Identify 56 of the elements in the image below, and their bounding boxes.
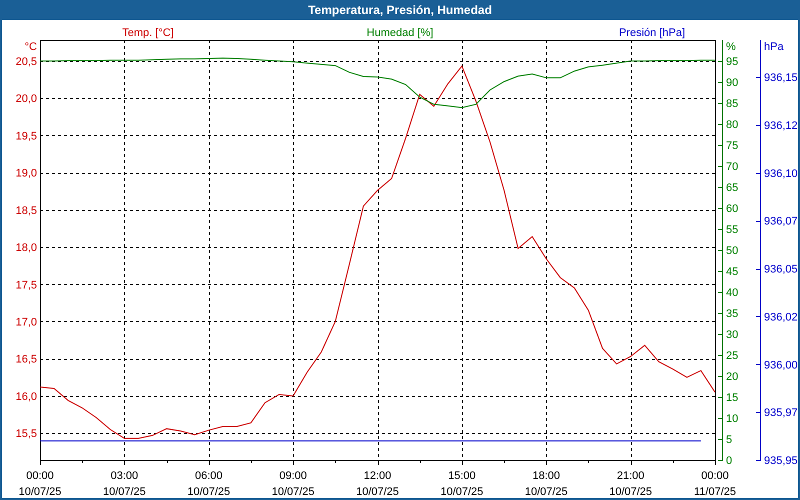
window-title: Temperatura, Presión, Humedad — [307, 2, 493, 19]
y-axis-label: 45 — [726, 266, 738, 278]
y-axis-label: 5 — [726, 434, 732, 446]
y-axis-label: 90 — [726, 77, 738, 89]
y-axis-label: 15 — [726, 392, 738, 404]
y-axis-label: 60 — [726, 203, 738, 215]
y-axis-label: 55 — [726, 224, 738, 236]
axis-title: Humedad [%] — [366, 27, 434, 39]
y-axis-label: 936,05 — [764, 264, 798, 276]
x-axis-label: 15:00 10/07/25 — [440, 470, 484, 498]
axis-unit: °C — [24, 41, 37, 53]
y-axis-label: 35 — [726, 308, 738, 320]
y-axis-label: 0 — [726, 455, 732, 467]
axis-unit: hPa — [764, 41, 784, 53]
y-axis-label: 17,5 — [16, 279, 37, 292]
x-axis-label: 21:00 10/07/25 — [609, 470, 652, 498]
y-axis-label: 19,5 — [16, 130, 37, 142]
x-axis-label: 00:00 10/07/25 — [18, 470, 62, 498]
x-axis-label: 00:00 11/07/25 — [694, 470, 736, 498]
y-axis-label: 936,12 — [764, 120, 798, 132]
y-axis-label: 40 — [726, 287, 738, 299]
axis-title: Presión [hPa] — [618, 27, 686, 39]
y-axis-label: 17,0 — [16, 316, 37, 328]
y-axis-label: 10 — [726, 413, 738, 425]
y-axis-label: 936,02 — [764, 311, 798, 324]
y-axis-label: 75 — [726, 140, 738, 152]
y-axis-label: 85 — [726, 98, 738, 110]
y-axis-label: 18,5 — [16, 204, 37, 217]
y-axis-label: 50 — [726, 245, 738, 257]
axis-title: Temp. [°C] — [122, 27, 174, 39]
y-axis-label: 80 — [726, 119, 738, 131]
y-axis-label: 18,0 — [16, 242, 37, 254]
axis-unit: % — [726, 41, 736, 53]
y-axis-label: 936,00 — [764, 359, 798, 372]
y-axis-label: 935,95 — [764, 455, 798, 467]
x-axis-label: 12:00 10/07/25 — [356, 470, 399, 498]
y-axis-label: 16,5 — [16, 354, 37, 366]
x-axis-label: 18:00 10/07/25 — [524, 470, 568, 498]
y-axis-label: 16,0 — [16, 390, 37, 403]
y-axis-label: 30 — [726, 329, 738, 341]
y-axis-label: 936,15 — [764, 72, 798, 84]
x-axis-label: 09:00 10/07/25 — [272, 470, 315, 498]
y-axis-label: 15,5 — [16, 428, 37, 440]
y-axis-label: 70 — [726, 161, 738, 173]
y-axis-label: 95 — [726, 56, 738, 68]
y-axis-label: 19,0 — [16, 168, 37, 180]
y-axis-label: 20,0 — [16, 93, 37, 106]
y-axis-label: 25 — [726, 350, 738, 362]
y-axis-label: 20,5 — [16, 56, 37, 68]
y-axis-label: 65 — [726, 182, 738, 194]
y-axis-label: 20 — [726, 371, 738, 383]
x-axis-label: 03:00 10/07/25 — [102, 470, 146, 498]
y-axis-label: 936,07 — [764, 216, 798, 228]
x-axis-label: 06:00 10/07/25 — [187, 470, 230, 498]
y-axis-label: 936,10 — [764, 168, 798, 180]
y-axis-label: 935,97 — [764, 407, 798, 420]
